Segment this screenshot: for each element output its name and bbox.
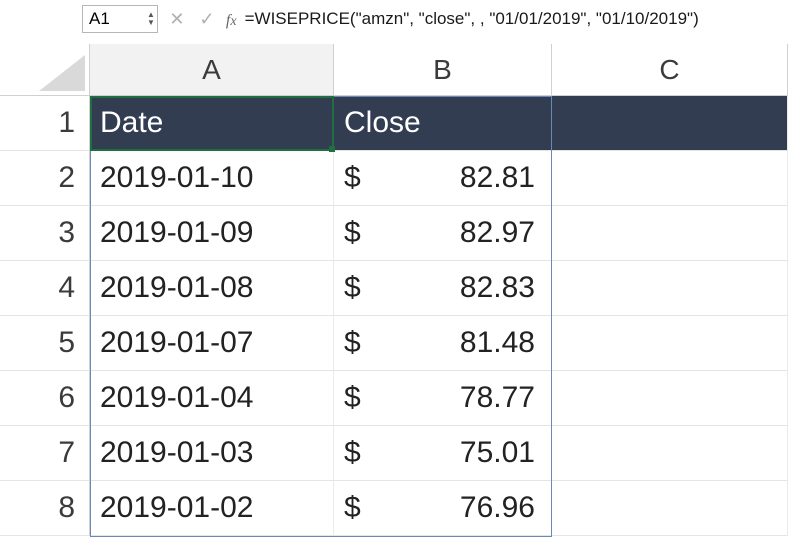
col-header-c[interactable]: C [552, 44, 788, 96]
currency-symbol: $ [344, 216, 361, 250]
cell-a1[interactable]: Date [90, 96, 334, 151]
rows: 1 Date Close 2 2019-01-10 $ 82.81 3 2019… [0, 96, 788, 536]
cell[interactable]: 2019-01-04 [90, 371, 334, 426]
stepper-down-icon[interactable]: ▼ [147, 19, 155, 27]
formula-input[interactable]: =WISEPRICE("amzn", "close", , "01/01/201… [245, 9, 699, 29]
cell[interactable]: $ 78.77 [334, 371, 552, 426]
cell[interactable] [552, 481, 788, 536]
name-box[interactable]: A1 [83, 7, 145, 31]
cell[interactable]: 2019-01-10 [90, 151, 334, 206]
table-row: 5 2019-01-07 $ 81.48 [0, 316, 788, 371]
cell[interactable]: $ 82.97 [334, 206, 552, 261]
cell[interactable] [552, 151, 788, 206]
cell[interactable] [552, 261, 788, 316]
cell[interactable] [552, 426, 788, 481]
row-header[interactable]: 3 [0, 206, 90, 261]
row-header[interactable]: 2 [0, 151, 90, 206]
cell[interactable]: $ 75.01 [334, 426, 552, 481]
currency-symbol: $ [344, 381, 361, 415]
table-row: 6 2019-01-04 $ 78.77 [0, 371, 788, 426]
cell[interactable]: $ 82.83 [334, 261, 552, 316]
table-row: 1 Date Close [0, 96, 788, 151]
row-header[interactable]: 7 [0, 426, 90, 481]
spreadsheet-grid[interactable]: A B C 1 Date Close 2 2019-01-10 $ 82.81 … [0, 44, 788, 541]
table-row: 4 2019-01-08 $ 82.83 [0, 261, 788, 316]
name-box-stepper[interactable]: ▲ ▼ [145, 11, 157, 27]
col-header-a[interactable]: A [90, 44, 334, 96]
cell[interactable]: 2019-01-08 [90, 261, 334, 316]
close-value: 78.77 [425, 381, 535, 415]
column-headers: A B C [0, 44, 788, 96]
cell[interactable]: 2019-01-09 [90, 206, 334, 261]
row-header[interactable]: 4 [0, 261, 90, 316]
name-box-wrapper: A1 ▲ ▼ [82, 5, 158, 33]
row-header[interactable]: 6 [0, 371, 90, 426]
cell-c1[interactable] [552, 96, 788, 151]
cell[interactable]: $ 81.48 [334, 316, 552, 371]
row-header[interactable]: 1 [0, 96, 90, 151]
cell[interactable]: 2019-01-02 [90, 481, 334, 536]
close-value: 81.48 [425, 326, 535, 360]
close-value: 75.01 [425, 436, 535, 470]
currency-symbol: $ [344, 436, 361, 470]
col-header-b[interactable]: B [334, 44, 552, 96]
cell[interactable]: $ 82.81 [334, 151, 552, 206]
cell[interactable] [552, 206, 788, 261]
table-row: 2 2019-01-10 $ 82.81 [0, 151, 788, 206]
currency-symbol: $ [344, 491, 361, 525]
table-row: 8 2019-01-02 $ 76.96 [0, 481, 788, 536]
cell[interactable]: 2019-01-07 [90, 316, 334, 371]
cell[interactable] [552, 371, 788, 426]
currency-symbol: $ [344, 161, 361, 195]
close-value: 76.96 [425, 491, 535, 525]
table-row: 7 2019-01-03 $ 75.01 [0, 426, 788, 481]
currency-symbol: $ [344, 271, 361, 305]
cell-b1[interactable]: Close [334, 96, 552, 151]
row-header[interactable]: 5 [0, 316, 90, 371]
close-value: 82.81 [425, 161, 535, 195]
cell[interactable]: $ 76.96 [334, 481, 552, 536]
fx-icon[interactable]: fx [226, 9, 237, 30]
cancel-icon[interactable]: ✕ [166, 9, 188, 30]
close-value: 82.83 [425, 271, 535, 305]
confirm-icon[interactable]: ✓ [196, 9, 218, 30]
formula-bar: A1 ▲ ▼ ✕ ✓ fx =WISEPRICE("amzn", "close"… [0, 0, 788, 38]
close-value: 82.97 [425, 216, 535, 250]
select-all-corner[interactable] [0, 44, 90, 96]
cell[interactable]: 2019-01-03 [90, 426, 334, 481]
table-row: 3 2019-01-09 $ 82.97 [0, 206, 788, 261]
row-header[interactable]: 8 [0, 481, 90, 536]
cell[interactable] [552, 316, 788, 371]
currency-symbol: $ [344, 326, 361, 360]
